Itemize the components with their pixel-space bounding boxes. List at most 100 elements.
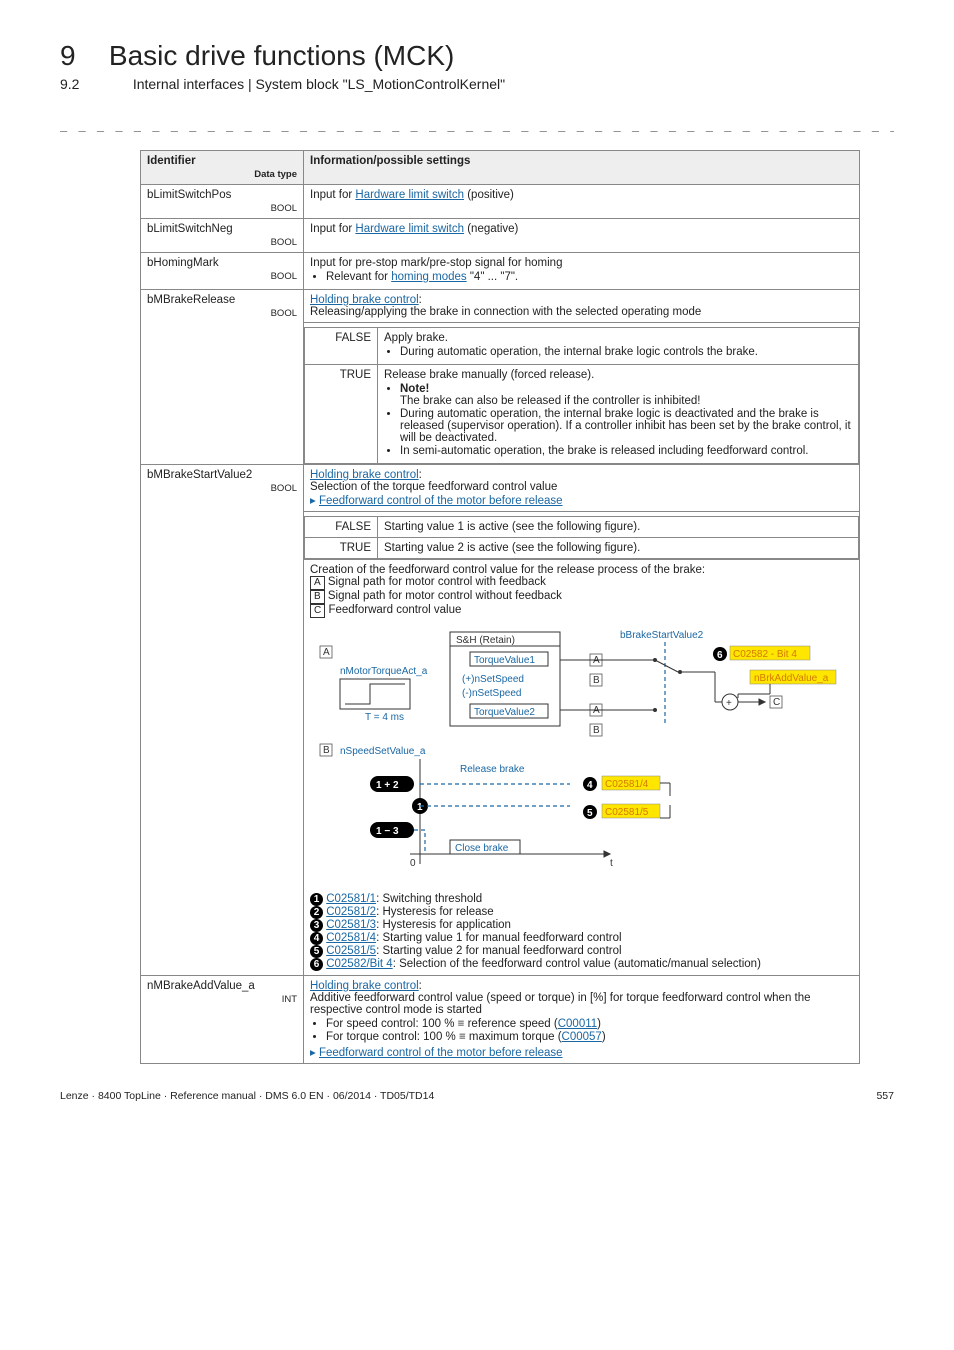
svg-text:TorqueValue1: TorqueValue1 [474, 655, 535, 666]
r4-false-label: FALSE [305, 328, 378, 365]
r4-colon: : [419, 294, 422, 306]
svg-text:A: A [323, 647, 330, 658]
r5-true-label: TRUE [305, 538, 378, 559]
svg-text:nMotorTorqueAct_a: nMotorTorqueAct_a [340, 666, 428, 677]
chapter-title: Basic drive functions (MCK) [109, 40, 454, 72]
svg-text:nSpeedSetValue_a: nSpeedSetValue_a [340, 746, 426, 757]
svg-text:T = 4 ms: T = 4 ms [365, 712, 404, 723]
r3-line1: Input for pre-stop mark/pre-stop signal … [310, 257, 853, 269]
legend-5-link[interactable]: C02581/5 [326, 945, 376, 957]
r6-ref[interactable]: Feedforward control of the motor before … [319, 1047, 563, 1059]
r3-id: bHomingMark [147, 257, 219, 269]
r3-bul-post: "4" ... "7". [467, 271, 519, 283]
svg-text:Close brake: Close brake [455, 843, 509, 854]
r1-pre: Input for [310, 189, 355, 201]
legend-1-icon: 1 [310, 893, 323, 906]
svg-text:1 + 2: 1 + 2 [376, 780, 399, 791]
legend-2-link[interactable]: C02581/2 [326, 906, 376, 918]
r2-post: (negative) [464, 223, 518, 235]
r6-toplink[interactable]: Holding brake control [310, 980, 419, 992]
r5-true-txt: Starting value 2 is active (see the foll… [378, 538, 859, 559]
r5-a: Signal path for motor control with feedb… [328, 576, 546, 588]
r5-c: Feedforward control value [328, 604, 461, 616]
svg-text:(-)nSetSpeed: (-)nSetSpeed [462, 688, 521, 699]
legend-4-icon: 4 [310, 932, 323, 945]
r2-id: bLimitSwitchNeg [147, 223, 233, 235]
r6-b2-link[interactable]: C00057 [562, 1031, 602, 1043]
section-title: Internal interfaces | System block "LS_M… [133, 76, 505, 92]
r4-id: bMBrakeRelease [147, 294, 235, 306]
box-a-icon: A [310, 576, 325, 590]
svg-text:C02582 - Bit 4: C02582 - Bit 4 [733, 649, 797, 660]
svg-text:B: B [593, 675, 600, 686]
parameter-table: Identifier Data type Information/possibl… [140, 150, 860, 1064]
legend-6-txt: : Selection of the feedforward control v… [393, 958, 761, 970]
r4-true-note-lbl: Note! [400, 383, 429, 395]
legend-3-icon: 3 [310, 919, 323, 932]
legend-3-txt: : Hysteresis for application [376, 919, 511, 931]
r4-true-t1: Release brake manually (forced release). [384, 369, 852, 381]
svg-text:1: 1 [417, 802, 423, 813]
legend-1-txt: : Switching threshold [376, 893, 482, 905]
r6-b2-post: ) [602, 1031, 606, 1043]
r2-link[interactable]: Hardware limit switch [355, 223, 464, 235]
r6-line1: Additive feedforward control value (spee… [310, 992, 811, 1016]
legend-4-link[interactable]: C02581/4 [326, 932, 376, 944]
svg-text:nBrkAddValue_a: nBrkAddValue_a [754, 673, 829, 684]
svg-text:1 − 3: 1 − 3 [376, 826, 399, 837]
legend-3-link[interactable]: C02581/3 [326, 919, 376, 931]
r4-false-b1: During automatic operation, the internal… [400, 346, 852, 358]
svg-text:TorqueValue2: TorqueValue2 [474, 707, 535, 718]
ref-arrow-icon-2: ▸ [310, 1047, 319, 1059]
r4-false-t1: Apply brake. [384, 332, 852, 344]
svg-text:C02581/5: C02581/5 [605, 807, 649, 818]
r4-true-note-txt: The brake can also be released if the co… [400, 395, 700, 407]
r6-type: INT [147, 994, 297, 1005]
r4-true-b1: During automatic operation, the internal… [400, 408, 852, 444]
footer-left: Lenze · 8400 TopLine · Reference manual … [60, 1090, 434, 1102]
r6-b1-post: ) [597, 1018, 601, 1030]
legend-6-icon: 6 [310, 958, 323, 971]
svg-text:S&H (Retain): S&H (Retain) [456, 635, 515, 646]
th-identifier: Identifier [147, 155, 196, 167]
r5-toplink[interactable]: Holding brake control [310, 469, 419, 481]
footer-page: 557 [876, 1090, 894, 1102]
r5-false-txt: Starting value 1 is active (see the foll… [378, 517, 859, 538]
divider-dashes: _ _ _ _ _ _ _ _ _ _ _ _ _ _ _ _ _ _ _ _ … [60, 118, 894, 132]
legend-1-link[interactable]: C02581/1 [326, 893, 376, 905]
r4-true-b2: In semi-automatic operation, the brake i… [400, 445, 852, 457]
th-datatype: Data type [147, 169, 297, 180]
legend-2-txt: : Hysteresis for release [376, 906, 494, 918]
r1-post: (positive) [464, 189, 514, 201]
r2-type: BOOL [147, 237, 297, 248]
r1-type: BOOL [147, 203, 297, 214]
r1-link[interactable]: Hardware limit switch [355, 189, 464, 201]
r3-bul-link[interactable]: homing modes [391, 271, 466, 283]
legend-5-txt: : Starting value 2 for manual feedforwar… [376, 945, 621, 957]
r6-id: nMBrakeAddValue_a [147, 980, 255, 992]
svg-text:4: 4 [587, 780, 593, 791]
legend-2-icon: 2 [310, 906, 323, 919]
r1-id: bLimitSwitchPos [147, 189, 231, 201]
r4-type: BOOL [147, 308, 297, 319]
r6-colon: : [419, 980, 422, 992]
r5-line1: Selection of the torque feedforward cont… [310, 481, 557, 493]
r5-ref[interactable]: Feedforward control of the motor before … [319, 495, 563, 507]
box-b-icon: B [310, 590, 325, 604]
r6-b1-link[interactable]: C00011 [558, 1018, 597, 1030]
r5-colon: : [419, 469, 422, 481]
svg-text:B: B [593, 725, 600, 736]
legend-6-link[interactable]: C02582/Bit 4 [326, 958, 393, 970]
r4-toplink[interactable]: Holding brake control [310, 294, 419, 306]
svg-text:C02581/4: C02581/4 [605, 779, 649, 790]
svg-text:6: 6 [717, 650, 723, 661]
r4-line1: Releasing/applying the brake in connecti… [310, 306, 701, 318]
legend-4-txt: : Starting value 1 for manual feedforwar… [376, 932, 621, 944]
r5-b: Signal path for motor control without fe… [328, 590, 562, 602]
svg-text:+: + [726, 698, 732, 709]
svg-text:Release brake: Release brake [460, 764, 525, 775]
r6-b1-pre: For speed control: 100 % ≡ reference spe… [326, 1018, 558, 1030]
r6-b2-pre: For torque control: 100 % ≡ maximum torq… [326, 1031, 562, 1043]
section-num: 9.2 [60, 76, 79, 92]
svg-text:bBrakeStartValue2: bBrakeStartValue2 [620, 630, 704, 641]
